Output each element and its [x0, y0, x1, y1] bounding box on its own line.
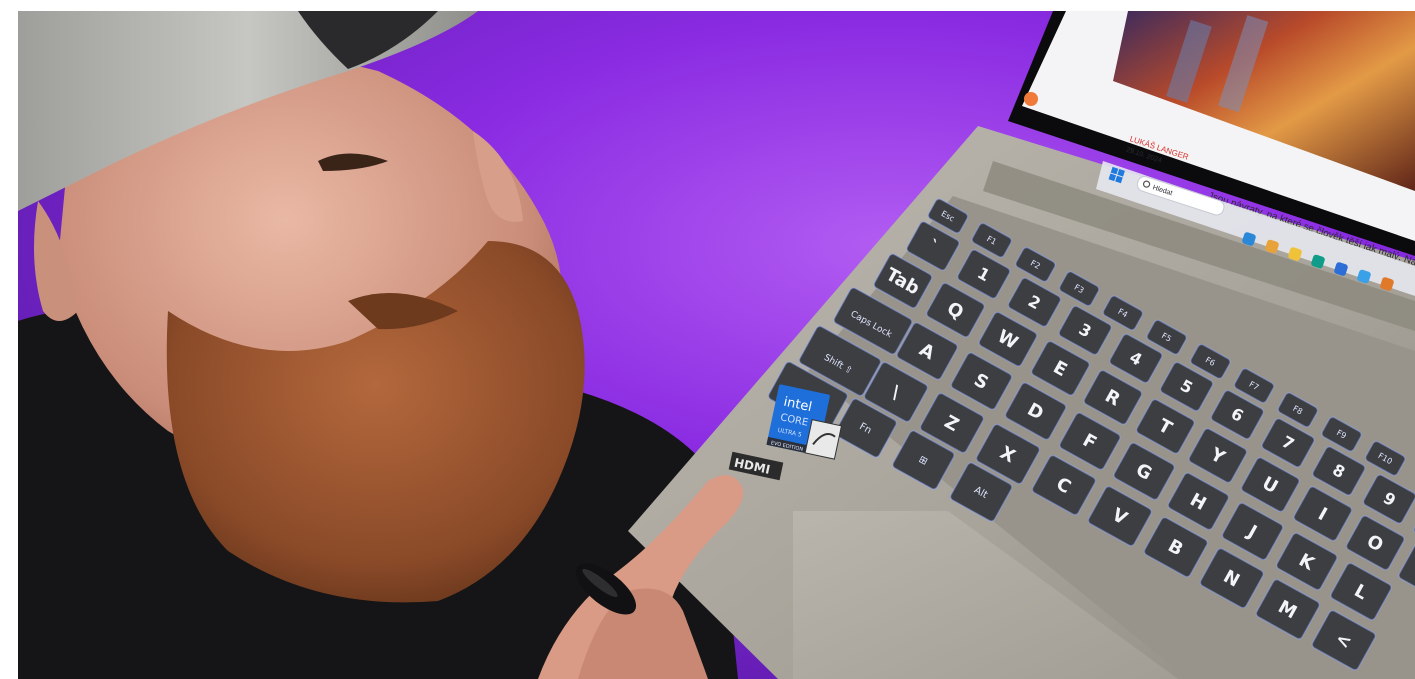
photo-scene: EscF1F2F3F4F5F6F7F8F9F10`1234567890TabQW… — [18, 11, 1415, 679]
browser-logo-icon — [1024, 92, 1038, 106]
photo-frame: EscF1F2F3F4F5F6F7F8F9F10`1234567890TabQW… — [18, 11, 1415, 679]
energy-sticker — [804, 419, 843, 460]
